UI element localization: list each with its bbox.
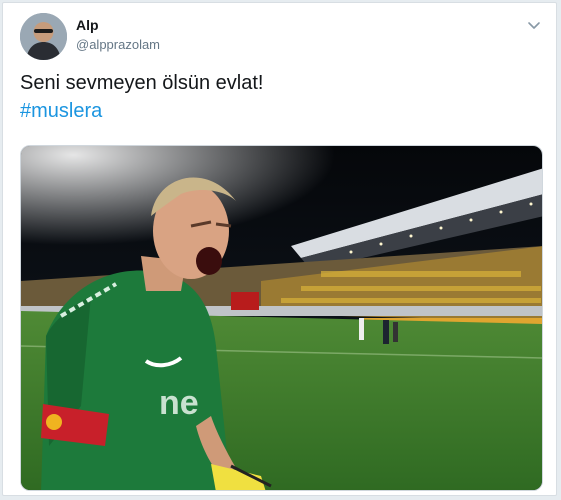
tweet-photo[interactable]: ne: [20, 145, 543, 491]
goalkeeper-celebration-photo: ne: [21, 146, 542, 490]
author-handle[interactable]: @alpprazolam: [76, 37, 160, 52]
author-name[interactable]: Alp: [76, 17, 99, 33]
hashtag-link[interactable]: #muslera: [20, 97, 540, 125]
author-avatar[interactable]: [20, 13, 67, 60]
tweet-text: Seni sevmeyen ölsün evlat! #muslera: [20, 69, 540, 125]
chevron-down-icon: [528, 22, 540, 29]
svg-text:ne: ne: [159, 384, 199, 422]
avatar-image: [20, 13, 67, 60]
tweet-menu-button[interactable]: [524, 15, 544, 35]
tweet-body: Seni sevmeyen ölsün evlat!: [20, 72, 264, 94]
tweet-card: Alp @alpprazolam Seni sevmeyen ölsün evl…: [2, 2, 557, 496]
